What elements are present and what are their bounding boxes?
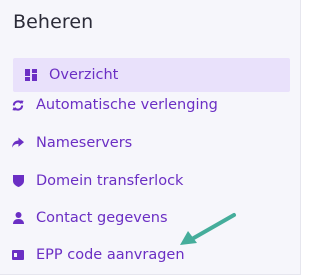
menu-item-label: Nameservers: [36, 135, 133, 151]
menu-item-label: Automatische verlenging: [36, 97, 218, 113]
dashboard-icon: [25, 69, 37, 81]
id-card-icon: [12, 249, 24, 261]
annotation-arrow-icon: [180, 213, 236, 245]
share-arrow-icon: [12, 137, 24, 149]
menu-item-nameservers[interactable]: Nameservers: [0, 126, 300, 160]
menu-item-label: Contact gegevens: [36, 210, 168, 226]
section-title: Beheren: [13, 11, 94, 33]
menu-item-label: Domein transferlock: [36, 173, 184, 189]
menu-item-epp-code-aanvragen[interactable]: EPP code aanvragen: [0, 238, 300, 272]
menu-item-automatische-verlenging[interactable]: Automatische verlenging: [0, 88, 300, 122]
menu-item-contact-gegevens[interactable]: Contact gegevens: [0, 201, 300, 235]
user-icon: [12, 212, 24, 224]
menu-item-label: Overzicht: [49, 67, 119, 83]
menu-item-domein-transferlock[interactable]: Domein transferlock: [0, 164, 300, 198]
side-menu-panel: Beheren Overzicht Automatische verlengin…: [0, 0, 301, 275]
menu-item-label: EPP code aanvragen: [36, 247, 185, 263]
menu-item-overzicht[interactable]: Overzicht: [13, 58, 290, 92]
renew-icon: [12, 99, 24, 111]
shield-icon: [12, 175, 24, 187]
